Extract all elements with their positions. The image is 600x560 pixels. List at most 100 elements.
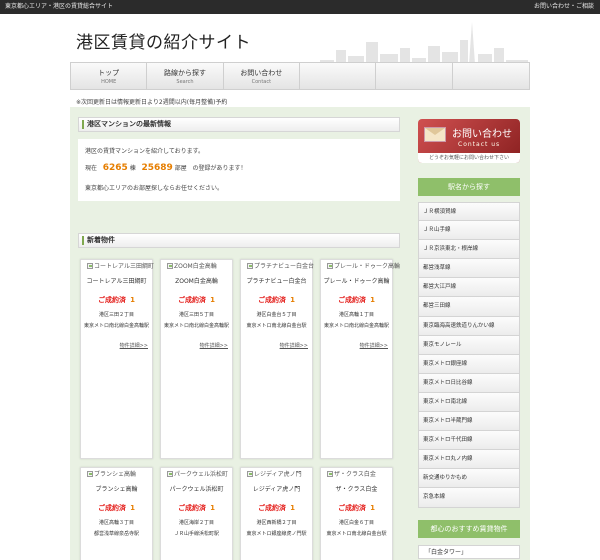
listing-detail-link[interactable]: 物件詳細>> [360, 342, 388, 349]
listing-name[interactable]: パークウェル浜松町 [161, 484, 232, 493]
listing-card[interactable]: パークウェル浜松町 パークウェル浜松町 ご成約済 1 港区海岸２丁目 ＪＲ山手線浜松町駅 [160, 467, 233, 560]
image-icon [87, 262, 93, 269]
building-unit: 棟 [129, 165, 136, 172]
listing-image-alt: ブランシェ高輪 [94, 471, 137, 478]
listing-image[interactable]: プラチナビュー白金台 [247, 261, 314, 270]
image-icon [87, 470, 93, 477]
listing-detail-link[interactable]: 物件詳細>> [280, 342, 308, 349]
listing-image[interactable]: ZOOM白金高輪 [167, 261, 217, 270]
listing-name[interactable]: ブランシェ高輪 [81, 484, 152, 493]
listing-name[interactable]: プラチナビュー白金台 [241, 276, 312, 285]
station-line-item[interactable]: 都営大江戸線 [418, 278, 520, 298]
listing-card[interactable]: プラチナビュー白金台 プラチナビュー白金台 ご成約済 1 港区白金台５丁目 東京メトロ南北… [240, 259, 314, 459]
nav-label: お問い合わせ [240, 69, 283, 77]
nav-label: トップ [98, 69, 120, 77]
listing-card[interactable]: ザ・クラス白金 ザ・クラス白金 ご成約済 1 港区白金６丁目 東京メトロ南北線白金台駅 [320, 467, 393, 560]
contact-banner[interactable]: お問い合わせ Contact us どうぞお気軽にお問い合わせ下さい [418, 119, 520, 163]
new-listings-heading: 新着物件 [78, 233, 400, 248]
deal-count: 1 [130, 296, 135, 304]
deal-count: 1 [290, 296, 295, 304]
nav-contact[interactable]: お問い合わせ Contact [224, 63, 300, 89]
listing-name[interactable]: プレール・ドゥーク高輪 [321, 276, 392, 285]
listing-name[interactable]: コートレアル三田綱町 [81, 276, 152, 285]
nav-search[interactable]: 路線から探す Search [147, 63, 224, 89]
station-line-item[interactable]: 東京メトロ日比谷線 [418, 373, 520, 393]
listing-card[interactable]: コートレアル三田綱町 コートレアル三田綱町 ご成約済 1 港区三田２丁目 東京メトロ南北線… [80, 259, 154, 459]
listing-card[interactable]: ZOOM白金高輪 ZOOM白金高輪 ご成約済 1 港区三田５丁目 東京メトロ南北線白金高輪… [160, 259, 233, 459]
deal-count: 1 [130, 504, 135, 512]
site-title[interactable]: 港区賃貸の紹介サイト [76, 28, 251, 53]
listing-detail-link[interactable]: 物件詳細>> [200, 342, 228, 349]
nav-empty-3[interactable] [453, 63, 529, 89]
count-suffix: の登録があります！ [192, 165, 247, 172]
listing-image[interactable]: ブランシェ高輪 [87, 469, 136, 478]
station-line-item[interactable]: ＪＲ山手線 [418, 221, 520, 241]
recommended-heading: 都心のおすすめ賃貸物件 [418, 520, 520, 538]
listing-detail-link[interactable]: 物件詳細>> [120, 342, 148, 349]
deal-label: ご成約済 [178, 504, 207, 512]
listing-name[interactable]: レジディア虎ノ門 [241, 484, 312, 493]
station-line-item[interactable]: 東京メトロ丸ノ内線 [418, 450, 520, 470]
room-unit: 部屋 [174, 165, 187, 172]
station-line-item[interactable]: 都営三田線 [418, 297, 520, 317]
station-line-item[interactable]: 東京メトロ千代田線 [418, 431, 520, 451]
listing-image[interactable]: プレール・ドゥーク高輪 [327, 261, 400, 270]
listing-name[interactable]: ザ・クラス白金 [321, 484, 392, 493]
station-line-item[interactable]: 京急本線 [418, 488, 520, 508]
global-nav: トップ HOME 路線から探す Search お問い合わせ Contact [70, 62, 530, 90]
deal-status: ご成約済 1 [81, 295, 152, 305]
listing-image-alt: コートレアル三田綱町 [94, 263, 154, 270]
count-prefix: 現在 [85, 165, 98, 172]
listing-station: 東京メトロ南北線白金台駅 [326, 531, 387, 537]
intro-text: 港区の賃貸マンションを紹介しております。 [85, 148, 205, 155]
station-line-item[interactable]: 都営浅草線 [418, 259, 520, 279]
nav-sublabel: Contact [251, 79, 272, 85]
nav-empty-2[interactable] [376, 63, 453, 89]
nav-home[interactable]: トップ HOME [71, 63, 148, 89]
station-line-item[interactable]: 東京モノレール [418, 335, 520, 355]
contact-banner-title: お問い合わせ [452, 129, 512, 140]
deal-label: ご成約済 [98, 296, 127, 304]
registration-count: 現在 6265 棟 25689 部屋 の登録があります！ [85, 163, 246, 173]
recommended-item[interactable]: 「白金タワー」 [418, 545, 520, 559]
listing-card[interactable]: プレール・ドゥーク高輪 プレール・ドゥーク高輪 ご成約済 1 港区高輪１丁目 東京メトロ南… [320, 259, 400, 459]
deal-label: ご成約済 [178, 296, 207, 304]
nav-sublabel: HOME [101, 79, 117, 85]
listing-card[interactable]: レジディア虎ノ門 レジディア虎ノ門 ご成約済 1 港区西新橋２丁目 東京メトロ銀座線虎ノ門… [240, 467, 313, 560]
station-line-item[interactable]: ＪＲ京浜東北・根岸線 [418, 240, 520, 260]
listing-image-alt: ZOOM白金高輪 [174, 263, 217, 270]
listing-image[interactable]: パークウェル浜松町 [167, 469, 228, 478]
listing-image[interactable]: レジディア虎ノ門 [247, 469, 302, 478]
listing-name[interactable]: ZOOM白金高輪 [161, 276, 232, 285]
listing-card[interactable]: ブランシェ高輪 ブランシェ高輪 ご成約済 1 港区高輪３丁目 都営浅草線泉岳寺駅 [80, 467, 153, 560]
latest-info-heading: 港区マンションの最新情報 [78, 117, 400, 132]
station-line-item[interactable]: 東京メトロ南北線 [418, 392, 520, 413]
listing-image-alt: レジディア虎ノ門 [254, 471, 302, 478]
site-header: 港区賃貸の紹介サイト [0, 14, 600, 78]
station-line-item[interactable]: ＪＲ横須賀線 [418, 202, 520, 222]
station-line-item[interactable]: 新交通ゆりかもめ [418, 469, 520, 489]
listing-image-alt: ザ・クラス白金 [334, 471, 376, 478]
station-line-item[interactable]: 東京メトロ半蔵門線 [418, 412, 520, 432]
image-icon [327, 470, 333, 477]
listing-station: 都営浅草線泉岳寺駅 [93, 531, 139, 537]
top-bar-contact-link[interactable]: お問い合わせ・ご相談 [534, 0, 594, 14]
deal-count: 1 [370, 504, 375, 512]
listing-image[interactable]: コートレアル三田綱町 [87, 261, 154, 270]
latest-info-box: 港区の賃貸マンションを紹介しております。 現在 6265 棟 25689 部屋 … [78, 139, 400, 201]
nav-label: 路線から探す [163, 69, 206, 77]
deal-label: ご成約済 [98, 504, 127, 512]
station-line-item[interactable]: 東京メトロ銀座線 [418, 354, 520, 374]
listing-address: 港区白金６丁目 [338, 520, 374, 526]
listing-image[interactable]: ザ・クラス白金 [327, 469, 376, 478]
station-list: ＪＲ横須賀線 ＪＲ山手線 ＪＲ京浜東北・根岸線 都営浅草線 都営大江戸線 都営三田線 東京臨… [418, 202, 520, 508]
top-bar-tagline: 東京都心エリア・港区の賃貸総合サイト [5, 3, 114, 10]
station-search-heading: 駅名から探す [418, 178, 520, 196]
station-line-item[interactable]: 東京臨海高速鉄道りんかい線 [418, 316, 520, 336]
nav-empty-1[interactable] [300, 63, 377, 89]
listing-address: 港区三田５丁目 [178, 312, 214, 318]
listing-address: 港区高輪３丁目 [98, 520, 134, 526]
deal-count: 1 [370, 296, 375, 304]
deal-status: ご成約済 1 [241, 503, 312, 513]
building-count: 6265 [102, 163, 128, 173]
